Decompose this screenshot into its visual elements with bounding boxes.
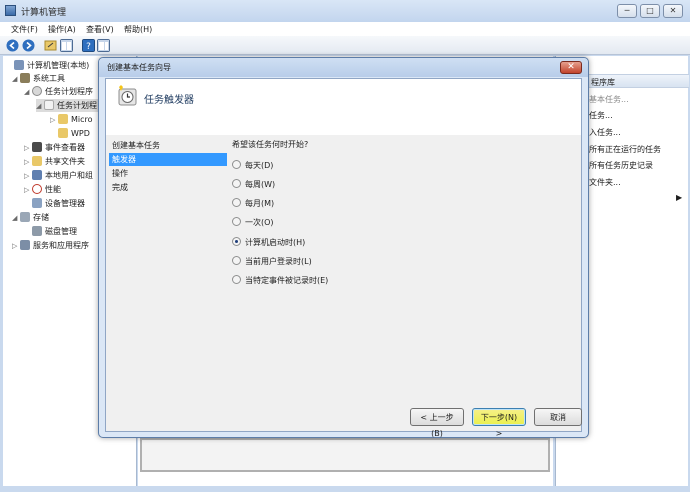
trigger-question: 希望该任务何时开始? bbox=[232, 140, 309, 149]
details-frame bbox=[140, 438, 550, 472]
step-finish[interactable]: 完成 bbox=[109, 181, 227, 194]
maximize-button[interactable]: □ bbox=[640, 4, 660, 18]
tree-item-local-users-groups[interactable]: ▷ 本地用户和组 bbox=[24, 169, 93, 182]
tree-item-system-tools[interactable]: ◢ 系统工具 bbox=[12, 72, 65, 85]
tree-item-storage[interactable]: ◢ 存储 bbox=[12, 211, 49, 224]
computer-management-icon bbox=[5, 5, 16, 16]
tree-item-event-viewer[interactable]: ▷ 事件查看器 bbox=[24, 141, 85, 154]
folder-icon bbox=[58, 128, 68, 138]
menu-action[interactable]: 操作(A) bbox=[48, 24, 76, 35]
disk-icon bbox=[32, 226, 42, 236]
services-icon bbox=[20, 240, 30, 250]
tree-item-disk-management[interactable]: 磁盘管理 bbox=[24, 225, 77, 238]
menu-bar: 文件(F) 操作(A) 查看(V) 帮助(H) bbox=[0, 22, 690, 36]
main-title-bar[interactable]: 计算机管理 ─ □ ✕ bbox=[0, 0, 690, 22]
radio-button[interactable] bbox=[232, 198, 241, 207]
clock-icon bbox=[32, 86, 42, 96]
storage-icon bbox=[20, 212, 30, 222]
tree-item-microsoft[interactable]: ▷ Micro bbox=[50, 113, 93, 126]
tree-item-performance[interactable]: ▷ 性能 bbox=[24, 183, 61, 196]
action-create-basic-task[interactable]: 基本任务... bbox=[589, 94, 629, 105]
computer-management-icon bbox=[14, 60, 24, 70]
minimize-button[interactable]: ─ bbox=[617, 4, 637, 18]
radio-button[interactable] bbox=[232, 179, 241, 188]
tree-item-task-scheduler[interactable]: ◢ 任务计划程序 bbox=[24, 85, 93, 98]
performance-icon bbox=[32, 184, 42, 194]
radio-once[interactable]: 一次(O) bbox=[232, 216, 274, 229]
cancel-button[interactable]: 取消 bbox=[534, 408, 582, 426]
action-new-folder[interactable]: 文件夹... bbox=[589, 177, 621, 188]
radio-daily[interactable]: 每天(D) bbox=[232, 159, 273, 172]
wizard-steps: 创建基本任务 触发器 操作 完成 bbox=[106, 135, 228, 403]
create-basic-task-wizard: 创建基本任务向导 ✕ 任务触发器 创建基本任务 触发器 操作 完成 希望该任务何… bbox=[98, 57, 589, 438]
wizard-footer: < 上一步(B) 下一步(N) > 取消 bbox=[106, 403, 582, 438]
radio-at-logon[interactable]: 当前用户登录时(L) bbox=[232, 255, 312, 268]
close-button[interactable]: ✕ bbox=[663, 4, 683, 18]
tree-item-task-scheduler-library[interactable]: ◢ 任务计划程 bbox=[36, 99, 101, 112]
menu-help[interactable]: 帮助(H) bbox=[124, 24, 152, 35]
tree-item-shared-folders[interactable]: ▷ 共享文件夹 bbox=[24, 155, 85, 168]
submenu-arrow-icon: ▶ bbox=[676, 193, 683, 202]
radio-button[interactable] bbox=[232, 160, 241, 169]
up-folder-icon[interactable] bbox=[44, 39, 57, 52]
forward-arrow-icon[interactable] bbox=[22, 39, 35, 52]
folder-icon bbox=[44, 100, 54, 110]
toolbar: ? bbox=[0, 36, 690, 55]
back-button[interactable]: < 上一步(B) bbox=[410, 408, 464, 438]
help-icon[interactable]: ? bbox=[82, 39, 95, 52]
system-tools-icon bbox=[20, 73, 30, 83]
radio-on-event[interactable]: 当特定事件被记录时(E) bbox=[232, 274, 328, 287]
radio-at-startup[interactable]: 计算机启动时(H) bbox=[232, 236, 305, 249]
wizard-client-area: 任务触发器 创建基本任务 触发器 操作 完成 希望该任务何时开始? 每天(D) … bbox=[105, 78, 582, 438]
main-window-title: 计算机管理 bbox=[21, 8, 67, 18]
svg-text:?: ? bbox=[86, 42, 91, 52]
tree-item-services-applications[interactable]: ▷ 服务和应用程序 bbox=[12, 239, 89, 252]
radio-weekly[interactable]: 每周(W) bbox=[232, 178, 275, 191]
wizard-body: 创建基本任务 触发器 操作 完成 希望该任务何时开始? 每天(D) 每周(W) … bbox=[106, 135, 581, 403]
back-arrow-icon[interactable] bbox=[6, 39, 19, 52]
tree-item-wpd[interactable]: WPD bbox=[50, 127, 90, 140]
action-import-task[interactable]: 入任务... bbox=[589, 127, 621, 138]
computer-management-window: 计算机管理 ─ □ ✕ 文件(F) 操作(A) 查看(V) 帮助(H) ? 计算… bbox=[0, 0, 690, 492]
step-trigger[interactable]: 触发器 bbox=[109, 153, 227, 166]
tree-item-computer-management[interactable]: 计算机管理(本地) bbox=[6, 59, 89, 72]
radio-button[interactable] bbox=[232, 256, 241, 265]
radio-button-selected[interactable] bbox=[232, 237, 241, 246]
action-create-task[interactable]: 任务... bbox=[589, 110, 613, 121]
menu-file[interactable]: 文件(F) bbox=[11, 24, 38, 35]
task-clock-icon bbox=[118, 85, 137, 106]
show-hide-tree-icon[interactable] bbox=[60, 39, 73, 52]
folder-icon bbox=[58, 114, 68, 124]
action-enable-history[interactable]: 所有任务历史记录 bbox=[589, 160, 653, 171]
action-show-running-tasks[interactable]: 所有正在运行的任务 bbox=[589, 144, 661, 155]
trigger-options: 希望该任务何时开始? 每天(D) 每周(W) 每月(M) 一次(O) 计算机启动 bbox=[232, 135, 577, 403]
menu-view[interactable]: 查看(V) bbox=[86, 24, 114, 35]
radio-monthly[interactable]: 每月(M) bbox=[232, 197, 274, 210]
tree-item-device-manager[interactable]: 设备管理器 bbox=[24, 197, 85, 210]
wizard-title-bar[interactable]: 创建基本任务向导 ✕ bbox=[99, 58, 588, 77]
step-create-basic-task[interactable]: 创建基本任务 bbox=[109, 139, 227, 152]
event-viewer-icon bbox=[32, 142, 42, 152]
show-action-pane-icon[interactable] bbox=[97, 39, 110, 52]
next-button[interactable]: 下一步(N) > bbox=[472, 408, 526, 438]
wizard-title: 创建基本任务向导 bbox=[107, 63, 171, 72]
device-manager-icon bbox=[32, 198, 42, 208]
step-action[interactable]: 操作 bbox=[109, 167, 227, 180]
wizard-page-title: 任务触发器 bbox=[144, 95, 194, 106]
radio-button[interactable] bbox=[232, 275, 241, 284]
shared-folder-icon bbox=[32, 156, 42, 166]
wizard-header: 任务触发器 bbox=[106, 79, 581, 135]
users-icon bbox=[32, 170, 42, 180]
radio-button[interactable] bbox=[232, 217, 241, 226]
wizard-close-button[interactable]: ✕ bbox=[560, 61, 582, 74]
